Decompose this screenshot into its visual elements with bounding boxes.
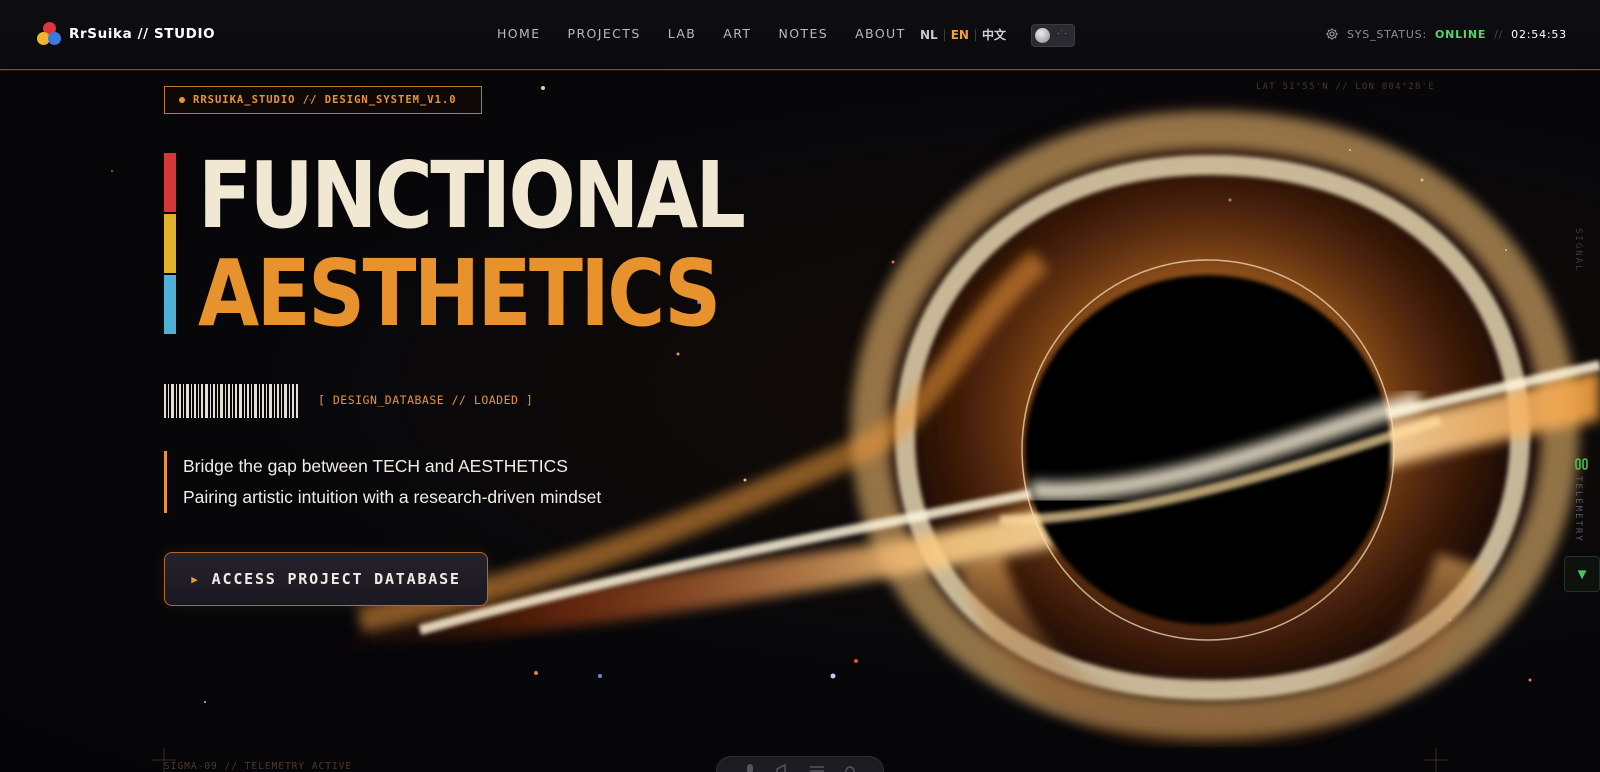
hero-tagline: Bridge the gap between TECH and AESTHETI… bbox=[164, 451, 601, 513]
triangle-down-icon: ▼ bbox=[1574, 565, 1590, 583]
settings-icon[interactable] bbox=[842, 764, 858, 772]
status-separator: // bbox=[1494, 27, 1504, 41]
yellow-swatch bbox=[164, 214, 176, 273]
status-label: SYS_STATUS: bbox=[1347, 27, 1427, 41]
main-nav: HOME PROJECTS LAB ART NOTES ABOUT bbox=[497, 26, 933, 41]
coordinates-readout: LAT 51°55'N // LON 004°28'E bbox=[1256, 82, 1435, 92]
bottom-dock bbox=[716, 756, 884, 772]
blue-swatch bbox=[164, 275, 176, 334]
red-swatch bbox=[164, 153, 176, 212]
lang-option-nl[interactable]: NL bbox=[920, 28, 938, 42]
language-switcher: NL EN 中文 bbox=[920, 26, 1006, 43]
database-status: [ DESIGN_DATABASE // LOADED ] bbox=[318, 393, 534, 407]
scroll-down-button[interactable]: ▼ bbox=[1564, 556, 1600, 592]
lang-option-zh[interactable]: 中文 bbox=[982, 26, 1006, 43]
stars-icon: ·˙· bbox=[1057, 29, 1068, 38]
lang-divider bbox=[943, 28, 945, 41]
nav-item-art[interactable]: ART bbox=[723, 26, 751, 41]
system-status: SYS_STATUS: ONLINE // 02:54:53 bbox=[1325, 27, 1567, 41]
tag-text: RRSUIKA_STUDIO // DESIGN_SYSTEM_V1.0 bbox=[193, 94, 457, 106]
hero-title-line2: AESTHETICS bbox=[198, 240, 721, 347]
side-telemetry-label: TELEMETRY bbox=[1573, 476, 1583, 543]
clock: 02:54:53 bbox=[1511, 27, 1567, 41]
side-signal-label: SIGNAL bbox=[1573, 228, 1583, 273]
color-accent-bar bbox=[164, 153, 176, 336]
moon-icon bbox=[1035, 28, 1050, 43]
tag-dot-icon bbox=[179, 97, 185, 103]
nav-item-projects[interactable]: PROJECTS bbox=[568, 26, 641, 41]
design-system-tag: RRSUIKA_STUDIO // DESIGN_SYSTEM_V1.0 bbox=[164, 86, 482, 114]
cta-label: ACCESS PROJECT DATABASE bbox=[211, 570, 461, 588]
telemetry-readout: SIGMA-09 // TELEMETRY ACTIVE bbox=[164, 761, 353, 772]
megaphone-icon[interactable] bbox=[775, 764, 791, 772]
tagline-line1: Bridge the gap between TECH and AESTHETI… bbox=[183, 456, 568, 476]
top-navigation-bar: RrSuika // STUDIO HOME PROJECTS LAB ART … bbox=[0, 0, 1600, 70]
lang-divider bbox=[974, 28, 976, 41]
nav-item-about[interactable]: ABOUT bbox=[855, 26, 906, 41]
nav-item-home[interactable]: HOME bbox=[497, 26, 541, 41]
gear-icon[interactable] bbox=[1325, 27, 1339, 41]
brand-name: RrSuika // STUDIO bbox=[69, 26, 216, 42]
page: RrSuika // STUDIO HOME PROJECTS LAB ART … bbox=[0, 0, 1600, 772]
tagline-line2: Pairing artistic intuition with a resear… bbox=[183, 487, 602, 507]
theme-toggle[interactable]: ·˙· bbox=[1031, 24, 1075, 47]
signal-bars-icon bbox=[1575, 458, 1588, 470]
barcode-icon bbox=[164, 384, 298, 418]
brand-logo[interactable]: RrSuika // STUDIO bbox=[37, 22, 215, 46]
nav-item-notes[interactable]: NOTES bbox=[778, 26, 828, 41]
hero-section: RRSUIKA_STUDIO // DESIGN_SYSTEM_V1.0 LAT… bbox=[0, 0, 1600, 772]
lang-option-en[interactable]: EN bbox=[951, 28, 969, 42]
hero-title-line1: FUNCTIONAL bbox=[198, 142, 746, 249]
list-icon[interactable] bbox=[809, 764, 825, 772]
tri-circle-logo-icon bbox=[37, 22, 61, 46]
nav-item-lab[interactable]: LAB bbox=[668, 26, 697, 41]
play-triangle-icon: ▶ bbox=[191, 572, 200, 586]
status-value: ONLINE bbox=[1434, 27, 1487, 41]
access-project-database-button[interactable]: ▶ ACCESS PROJECT DATABASE bbox=[164, 552, 488, 606]
microphone-icon[interactable] bbox=[742, 764, 758, 772]
